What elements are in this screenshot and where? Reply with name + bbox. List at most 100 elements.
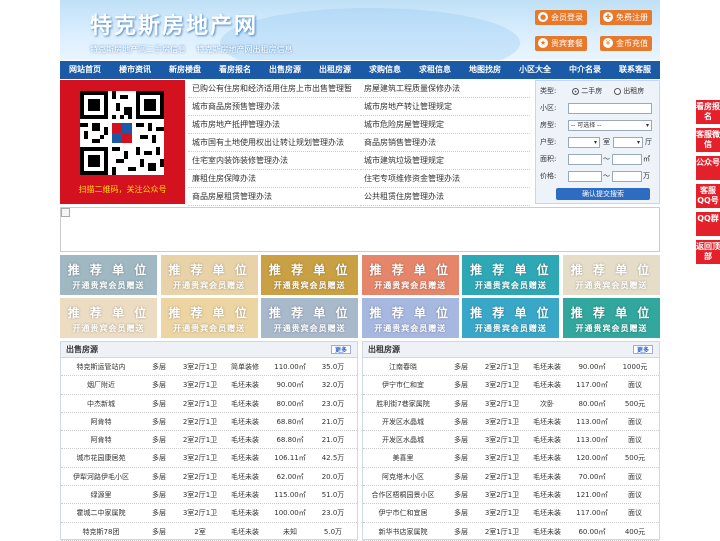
regulation-link[interactable]: 已购公有住房和经济适用住房上市出售管理暂 — [188, 80, 358, 98]
listing-row[interactable]: 伊犁河路伊毛小区 多层 2室2厅1卫 毛坯未装 62.00㎡ 20.0万 — [61, 468, 357, 487]
regulation-link[interactable]: 城市国有土地使用权出让转让规划管理办法 — [188, 134, 358, 152]
regulation-link[interactable]: 廉租住房保障办法 — [188, 170, 358, 188]
regulation-link[interactable]: 住宅室内装饰装修管理办法 — [188, 152, 358, 170]
nav-item-support[interactable]: 联系客服 — [610, 61, 660, 79]
regulation-link[interactable]: 房屋建筑工程质量保修办法 — [360, 80, 530, 98]
regulation-link[interactable]: 城市建筑垃圾管理规定 — [360, 152, 530, 170]
listing-name[interactable]: 开发区水晶城 — [363, 413, 443, 430]
type-radio-secondhand[interactable]: 二手房 — [572, 84, 602, 98]
register-button[interactable]: ✚ 免费注册 — [600, 10, 652, 25]
nav-item-sale[interactable]: 出售房源 — [260, 61, 310, 79]
nav-item-communities[interactable]: 小区大全 — [510, 61, 560, 79]
rent-more-link[interactable]: 更多 — [632, 345, 653, 354]
recommended-unit-cell[interactable]: 推 荐 单 位开通贵宾会员赠送 — [261, 298, 359, 338]
regulation-link[interactable]: 城市房地产抵押管理办法 — [188, 116, 358, 134]
nav-item-home[interactable]: 网站首页 — [60, 61, 110, 79]
listing-row[interactable]: 绿源里 多层 3室2厅1卫 毛坯未装 115.00㎡ 51.0万 — [61, 486, 357, 505]
listing-row[interactable]: 特克斯运管站内 多层 3室2厅1卫 简单装修 110.00㎡ 35.0万 — [61, 358, 357, 377]
sidebar-wechat-support[interactable]: 客服微信 — [696, 128, 720, 152]
bedroom-select[interactable]: ▾ — [568, 137, 600, 148]
regulation-link[interactable]: 住宅专项维修资金管理办法 — [360, 170, 530, 188]
listing-name[interactable]: 伊宁市仁和宜居 — [363, 504, 443, 521]
sidebar-viewing-signup[interactable]: 看房报名 — [696, 100, 720, 124]
nav-item-agencies[interactable]: 中介名录 — [560, 61, 610, 79]
banner-ad[interactable] — [60, 207, 660, 252]
listing-name[interactable]: 烟厂附近 — [61, 376, 141, 393]
sidebar-qq-support[interactable]: 客服QQ号 — [696, 184, 720, 208]
listing-name[interactable]: 特克斯78团 — [61, 523, 141, 540]
listing-row[interactable]: 胜利街7巷家属院 多层 3室2厅1卫 次卧 80.00㎡ 500元 — [363, 395, 659, 413]
listing-name[interactable]: 开发区水晶城 — [363, 431, 443, 448]
recommended-unit-cell[interactable]: 推 荐 单 位开通贵宾会员赠送 — [462, 255, 560, 295]
type-radio-rental[interactable]: 出租房 — [614, 84, 644, 98]
nav-item-new-homes[interactable]: 新房楼盘 — [160, 61, 210, 79]
listing-row[interactable]: 阿肯特 多层 2室2厅1卫 毛坯未装 68.80㎡ 21.0万 — [61, 431, 357, 450]
room-select[interactable]: -- 可选择 -- ▾ — [568, 120, 652, 131]
vip-package-button[interactable]: ★ 贵宾套餐 — [535, 36, 587, 51]
listing-name[interactable]: 伊宁市仁和宜 — [363, 376, 443, 393]
nav-item-viewing-signup[interactable]: 看房报名 — [210, 61, 260, 79]
sidebar-back-to-top[interactable]: 返回顶部 — [696, 240, 720, 264]
nav-item-news[interactable]: 楼市资讯 — [110, 61, 160, 79]
area-min-input[interactable] — [568, 154, 602, 165]
listing-row[interactable]: 阿肯特 多层 2室2厅1卫 毛坯未装 68.80㎡ 21.0万 — [61, 413, 357, 432]
listing-name[interactable]: 合作区梧桐园景小区 — [363, 486, 443, 503]
listing-row[interactable]: 美喜里 多层 3室2厅1卫 毛坯未装 120.00㎡ 500元 — [363, 449, 659, 468]
listing-row[interactable]: 新华书店家属院 多层 2室1厅1卫 毛坯未装 60.00㎡ 400元 — [363, 523, 659, 541]
recommended-unit-cell[interactable]: 推 荐 单 位开通贵宾会员赠送 — [361, 255, 459, 295]
nav-item-rent[interactable]: 出租房源 — [310, 61, 360, 79]
login-button[interactable]: ● 会员登录 — [535, 10, 587, 25]
listing-name[interactable]: 绿源里 — [61, 486, 141, 503]
listing-name[interactable]: 新华书店家属院 — [363, 523, 443, 540]
price-max-input[interactable] — [612, 171, 642, 182]
regulation-link[interactable]: 公共租赁住房管理办法 — [360, 188, 530, 206]
listing-name[interactable]: 城市花园康居苑 — [61, 449, 141, 466]
livingroom-select[interactable]: ▾ — [613, 137, 643, 148]
recommended-unit-cell[interactable]: 推 荐 单 位开通贵宾会员赠送 — [361, 298, 459, 338]
recommended-unit-cell[interactable]: 推 荐 单 位开通贵宾会员赠送 — [261, 255, 359, 295]
regulation-link[interactable]: 城市房地产转让管理规定 — [360, 98, 530, 116]
recommended-unit-cell[interactable]: 推 荐 单 位开通贵宾会员赠送 — [160, 255, 258, 295]
regulation-link[interactable]: 城市危险房屋管理规定 — [360, 116, 530, 134]
listing-name[interactable]: 中杰新城 — [61, 395, 141, 412]
listing-row[interactable]: 江南春晓 多层 2室2厅1卫 毛坯未装 90.00㎡ 1000元 — [363, 358, 659, 377]
listing-row[interactable]: 合作区梧桐园景小区 多层 3室2厅1卫 毛坯未装 121.00㎡ 面议 — [363, 486, 659, 505]
area-max-input[interactable] — [612, 154, 642, 165]
recommended-unit-cell[interactable]: 推 荐 单 位开通贵宾会员赠送 — [563, 298, 660, 338]
listing-row[interactable]: 烟厂附近 多层 3室2厅1卫 毛坯未装 90.00㎡ 32.0万 — [61, 376, 357, 395]
recommended-unit-cell[interactable]: 推 荐 单 位开通贵宾会员赠送 — [563, 255, 660, 295]
site-title[interactable]: 特克斯房地产网 — [90, 8, 258, 40]
listing-row[interactable]: 伊宁市仁和宜居 多层 3室2厅1卫 毛坯未装 117.00㎡ 面议 — [363, 504, 659, 523]
district-input[interactable] — [568, 103, 652, 114]
nav-item-wanted-rent[interactable]: 求租信息 — [410, 61, 460, 79]
nav-item-map[interactable]: 地图找房 — [460, 61, 510, 79]
recommended-unit-cell[interactable]: 推 荐 单 位开通贵宾会员赠送 — [60, 255, 157, 295]
recommended-unit-cell[interactable]: 推 荐 单 位开通贵宾会员赠送 — [60, 298, 157, 338]
recommended-unit-cell[interactable]: 推 荐 单 位开通贵宾会员赠送 — [160, 298, 258, 338]
recommended-unit-cell[interactable]: 推 荐 单 位开通贵宾会员赠送 — [462, 298, 560, 338]
listing-row[interactable]: 特克斯78团 多层 2室 毛坯未装 未知 5.0万 — [61, 523, 357, 541]
listing-row[interactable]: 城市花园康居苑 多层 3室2厅1卫 毛坯未装 106.11㎡ 42.5万 — [61, 449, 357, 468]
listing-name[interactable]: 美喜里 — [363, 449, 443, 466]
listing-row[interactable]: 开发区水晶城 多层 3室2厅1卫 毛坯未装 113.00㎡ 面议 — [363, 413, 659, 432]
listing-name[interactable]: 阿肯特 — [61, 431, 141, 448]
sidebar-official-account[interactable]: 公众号 — [696, 156, 720, 180]
listing-name[interactable]: 胜利街7巷家属院 — [363, 395, 443, 412]
sidebar-qq-group[interactable]: QQ群 — [696, 212, 720, 236]
listing-name[interactable]: 阿克塔木小区 — [363, 468, 443, 485]
regulation-link[interactable]: 商品房屋租赁管理办法 — [188, 188, 358, 206]
listing-row[interactable]: 开发区水晶城 多层 3室2厅1卫 毛坯未装 113.00㎡ 面议 — [363, 431, 659, 450]
listing-row[interactable]: 阿克塔木小区 多层 2室2厅1卫 毛坯未装 70.00㎡ 面议 — [363, 468, 659, 487]
listing-row[interactable]: 霍城二中家属院 多层 3室2厅1卫 毛坯未装 100.00㎡ 23.0万 — [61, 504, 357, 523]
listing-name[interactable]: 伊犁河路伊毛小区 — [61, 468, 141, 485]
listing-name[interactable]: 霍城二中家属院 — [61, 504, 141, 521]
regulation-link[interactable]: 商品房销售管理办法 — [360, 134, 530, 152]
price-min-input[interactable] — [568, 171, 602, 182]
listing-name[interactable]: 阿肯特 — [61, 413, 141, 430]
listing-name[interactable]: 特克斯运管站内 — [61, 358, 141, 375]
listing-row[interactable]: 中杰新城 多层 2室2厅1卫 毛坯未装 80.00㎡ 23.0万 — [61, 395, 357, 413]
recharge-button[interactable]: ¥ 金币充值 — [600, 36, 652, 51]
listing-name[interactable]: 江南春晓 — [363, 358, 443, 375]
listing-row[interactable]: 伊宁市仁和宜 多层 3室2厅1卫 毛坯未装 117.00㎡ 面议 — [363, 376, 659, 395]
nav-item-wanted-buy[interactable]: 求购信息 — [360, 61, 410, 79]
